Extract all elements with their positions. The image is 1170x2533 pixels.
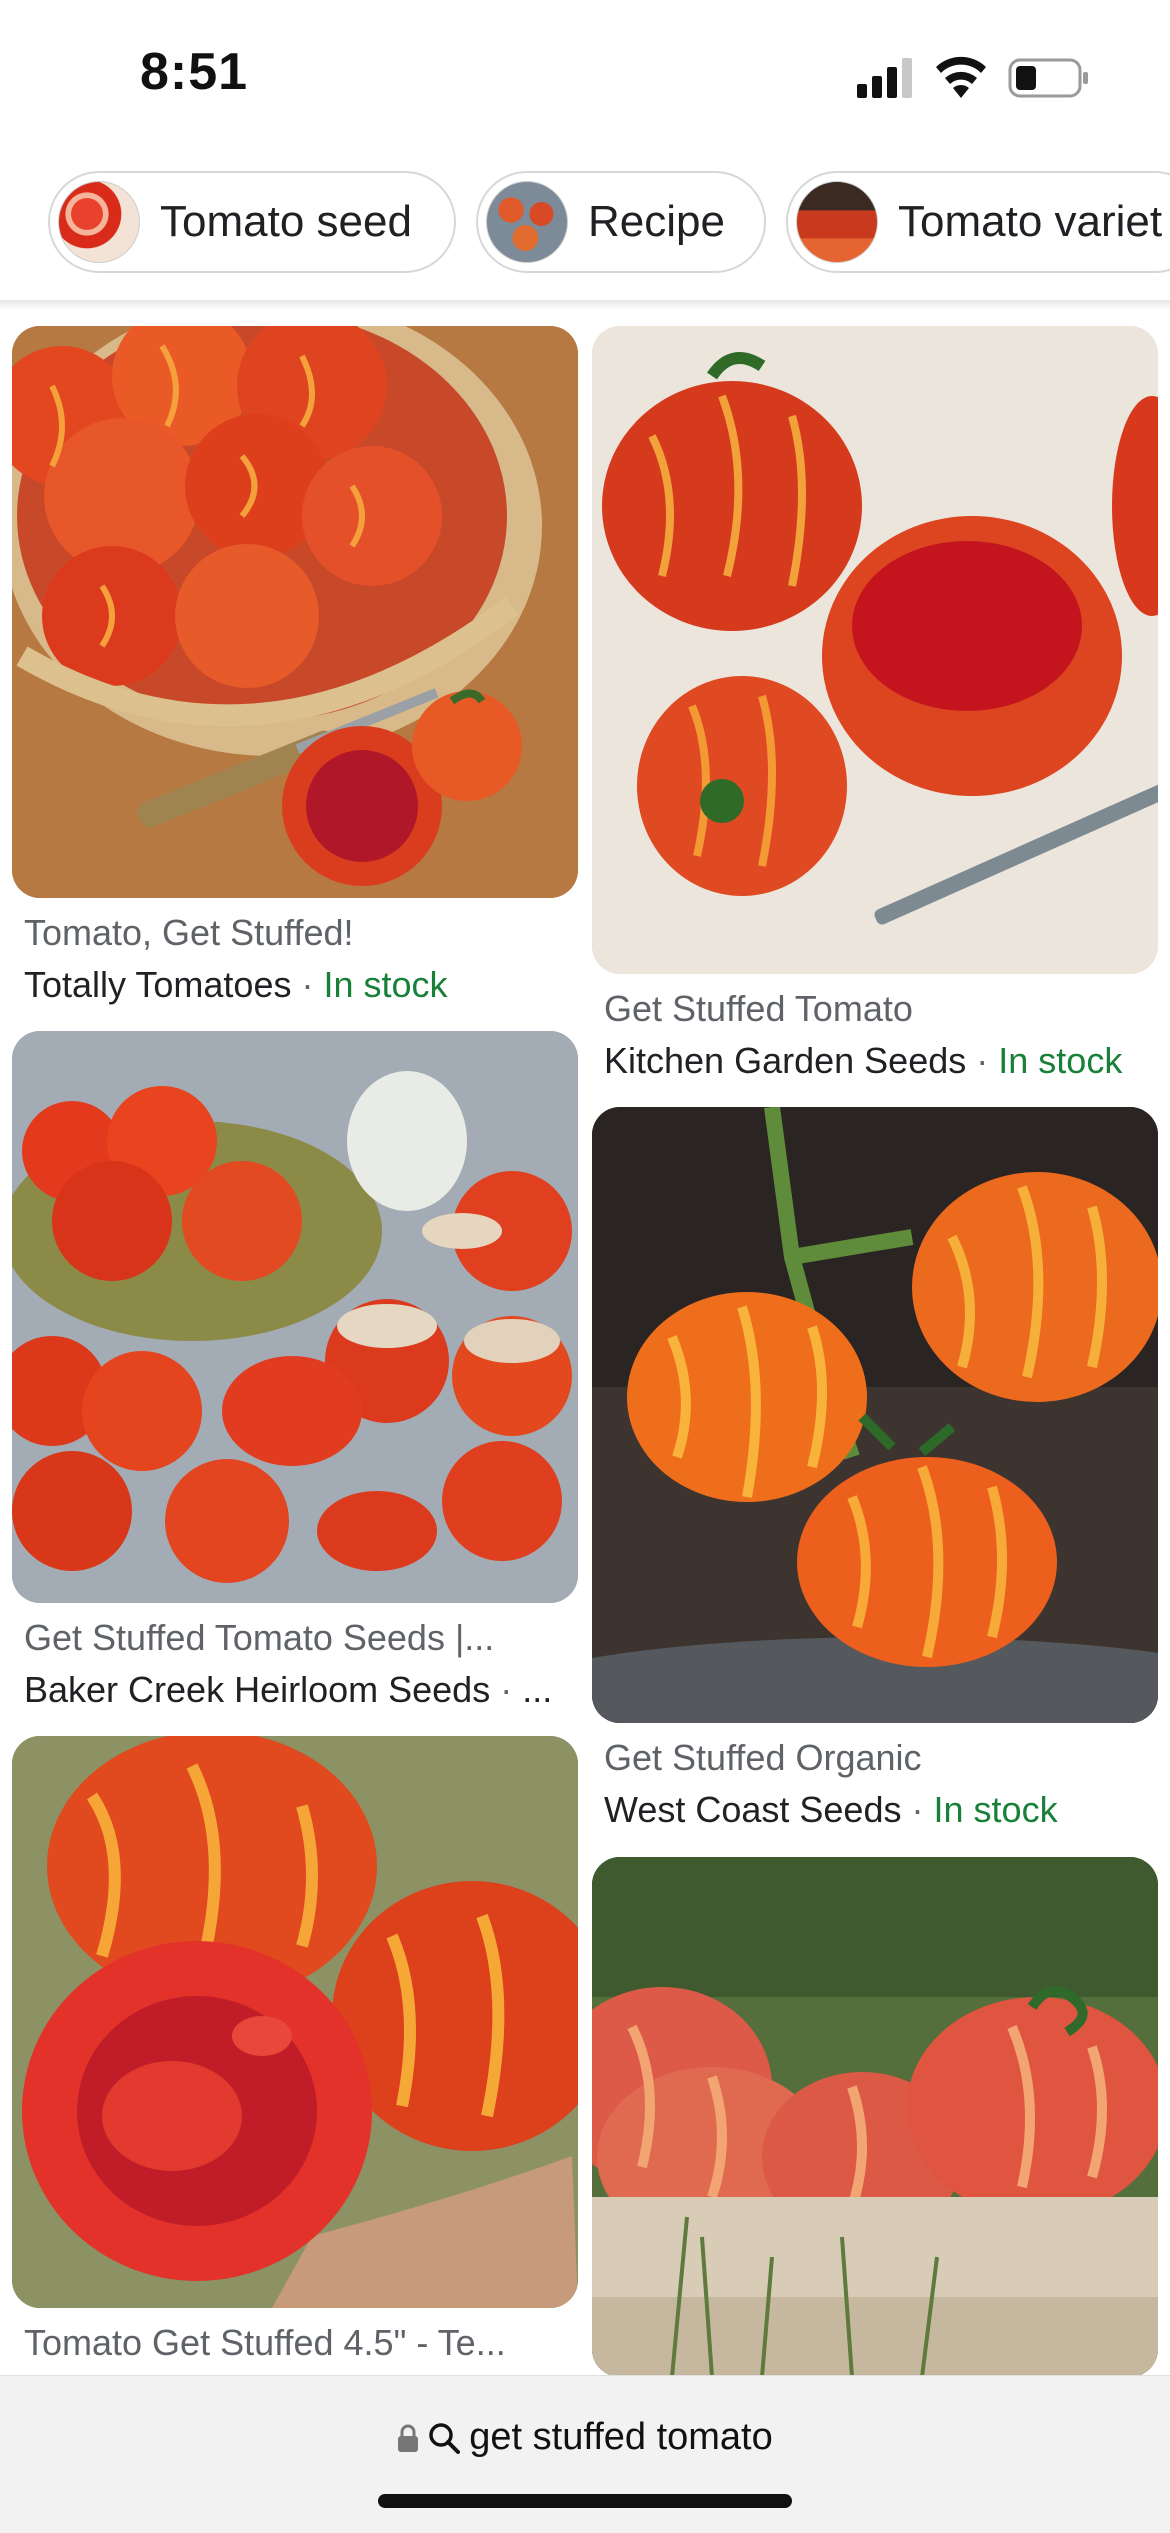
- chip-tomato-variety[interactable]: Tomato variet: [786, 171, 1170, 273]
- result-title[interactable]: Tomato Get Stuffed 4.5" - Te...: [24, 2322, 564, 2364]
- result-card[interactable]: Get Stuffed Organic West Coast Seeds · I…: [592, 1107, 1158, 1831]
- result-source-line: West Coast Seeds · In stock: [604, 1789, 1149, 1831]
- result-image-tomatoes-on-vine[interactable]: [592, 1107, 1158, 1723]
- result-title[interactable]: Get Stuffed Tomato: [604, 988, 1144, 1030]
- battery-icon: [1008, 58, 1088, 98]
- result-source: Totally Tomatoes: [24, 964, 292, 1005]
- hollowed-tomato-illustration: [592, 326, 1158, 974]
- result-image-stuffed-tomatoes[interactable]: [12, 1031, 578, 1603]
- separator-dot: ·: [976, 1040, 989, 1081]
- separator-dot: ·: [301, 964, 314, 1005]
- result-source-line: Baker Creek Heirloom Seeds · ...: [24, 1669, 569, 1711]
- stock-status: In stock: [933, 1789, 1058, 1830]
- chip-label: Tomato variet: [898, 197, 1163, 246]
- result-source: Kitchen Garden Seeds: [604, 1040, 967, 1081]
- tomato-variety-thumbnail-icon: [796, 181, 878, 263]
- chip-label: Recipe: [588, 197, 725, 246]
- result-image-crate-tomatoes[interactable]: [592, 1857, 1158, 2377]
- result-title[interactable]: Tomato, Get Stuffed!: [24, 912, 564, 954]
- truncation-ellipsis: ...: [522, 1669, 553, 1710]
- result-image-basket-tomatoes[interactable]: [12, 326, 578, 898]
- stock-status: In stock: [998, 1040, 1123, 1081]
- filter-chips-row: Tomato seed Recipe Tomato variet: [0, 165, 1170, 285]
- chips-divider: [0, 300, 1170, 310]
- result-title[interactable]: Get Stuffed Organic: [604, 1737, 1144, 1779]
- result-source: Baker Creek Heirloom Seeds: [24, 1669, 491, 1710]
- lock-icon: [398, 2424, 419, 2452]
- result-image-sliced-tomato[interactable]: [12, 1736, 578, 2308]
- browser-bottom-bar: get stuffed tomato: [0, 2375, 1170, 2533]
- stock-status: In stock: [323, 964, 448, 1005]
- separator-dot: ·: [500, 1669, 513, 1710]
- wifi-icon: [936, 56, 986, 98]
- result-source-line: Kitchen Garden Seeds · In stock: [604, 1040, 1149, 1082]
- separator-dot: ·: [911, 1789, 924, 1830]
- cellular-signal-icon: [857, 58, 912, 98]
- crate-tomatoes-illustration: [592, 1857, 1158, 2377]
- home-indicator[interactable]: [378, 2494, 792, 2508]
- stuffed-tomato-recipe-thumbnail-icon: [486, 181, 568, 263]
- result-card[interactable]: [592, 1857, 1158, 2377]
- tomatoes-on-vine-illustration: [592, 1107, 1158, 1723]
- result-card[interactable]: Get Stuffed Tomato Kitchen Garden Seeds …: [592, 326, 1158, 1082]
- chip-label: Tomato seed: [160, 197, 412, 246]
- result-source-line: Totally Tomatoes · In stock: [24, 964, 569, 1006]
- chip-tomato-seed[interactable]: Tomato seed: [48, 171, 456, 273]
- stuffed-tomatoes-illustration: [12, 1031, 578, 1603]
- tomato-basket-illustration: [12, 326, 578, 898]
- status-bar: 8:51: [0, 0, 1170, 150]
- chip-recipe[interactable]: Recipe: [476, 171, 766, 273]
- result-image-hollowed-tomato[interactable]: [592, 326, 1158, 974]
- sliced-tomato-illustration: [12, 1736, 578, 2308]
- result-card[interactable]: Tomato Get Stuffed 4.5" - Te...: [12, 1736, 578, 2364]
- status-time: 8:51: [140, 43, 249, 101]
- result-title[interactable]: Get Stuffed Tomato Seeds |...: [24, 1617, 564, 1659]
- result-card[interactable]: Get Stuffed Tomato Seeds |... Baker Cree…: [12, 1031, 578, 1711]
- result-source: West Coast Seeds: [604, 1789, 902, 1830]
- search-query-text[interactable]: get stuffed tomato: [469, 2416, 773, 2459]
- tomato-seed-thumbnail-icon: [58, 181, 140, 263]
- address-bar[interactable]: get stuffed tomato: [0, 2416, 1170, 2459]
- result-card[interactable]: Tomato, Get Stuffed! Totally Tomatoes · …: [12, 326, 578, 1006]
- search-icon: [429, 2422, 461, 2454]
